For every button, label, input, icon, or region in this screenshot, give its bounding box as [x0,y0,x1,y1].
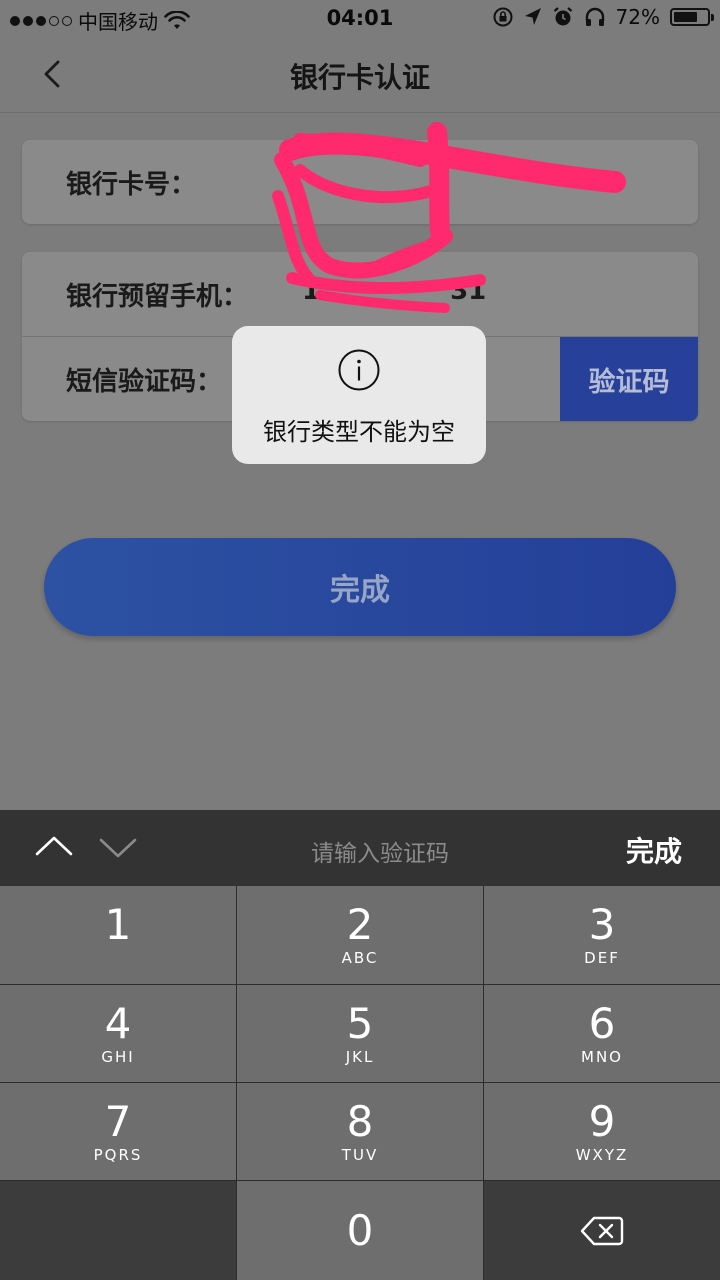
error-toast: 银行类型不能为空 [232,326,486,464]
key-1[interactable]: 1 [0,886,236,984]
key-7[interactable]: 7 PQRS [0,1083,236,1180]
key-digit: 0 [346,1205,374,1255]
key-2[interactable]: 2 ABC [237,886,483,984]
keyboard-placeholder: 请输入验证码 [311,841,449,867]
info-circle-icon [338,349,380,391]
key-digit: 8 [346,1096,374,1146]
key-digit: 6 [588,998,616,1048]
key-letters: JKL [345,1047,375,1066]
key-letters: WXYZ [575,1145,629,1164]
key-4[interactable]: 4 GHI [0,985,236,1082]
key-digit: 7 [104,1096,132,1146]
submit-button[interactable]: 完成 [44,538,676,636]
key-letters: GHI [101,1047,135,1066]
key-letters: DEF [584,949,620,967]
backspace-icon [580,1216,624,1245]
key-digit: 1 [104,900,132,949]
key-3[interactable]: 3 DEF [484,886,720,984]
sms-code-label: 短信验证码： [66,367,223,397]
key-9[interactable]: 9 WXYZ [484,1083,720,1180]
numeric-keypad: 1 2 ABC 3 DEF 4 GHI 5 JKL 6 MNO 7 PQRS 8… [0,886,720,1280]
key-letters: PQRS [93,1145,143,1164]
key-letters: TUV [341,1145,379,1164]
keyboard-accessory-bar: 请输入验证码 完成 [0,810,720,886]
delete-key[interactable] [484,1181,720,1280]
keyboard-done-button[interactable]: 完成 [626,830,682,870]
toast-message: 银行类型不能为空 [263,418,455,446]
key-digit: 9 [588,1096,616,1146]
key-0[interactable]: 0 [237,1181,483,1280]
key-letters: MNO [581,1047,623,1066]
key-8[interactable]: 8 TUV [237,1083,483,1180]
redaction-scribble [272,122,626,313]
get-code-button[interactable]: 验证码 [560,337,698,421]
key-letters: ABC [341,949,379,967]
key-digit: 3 [588,900,616,949]
key-digit: 5 [346,998,374,1048]
key-digit: 4 [104,998,132,1048]
key-6[interactable]: 6 MNO [484,985,720,1082]
key-digit: 2 [346,900,374,949]
key-5[interactable]: 5 JKL [237,985,483,1082]
key-blank [0,1181,236,1280]
